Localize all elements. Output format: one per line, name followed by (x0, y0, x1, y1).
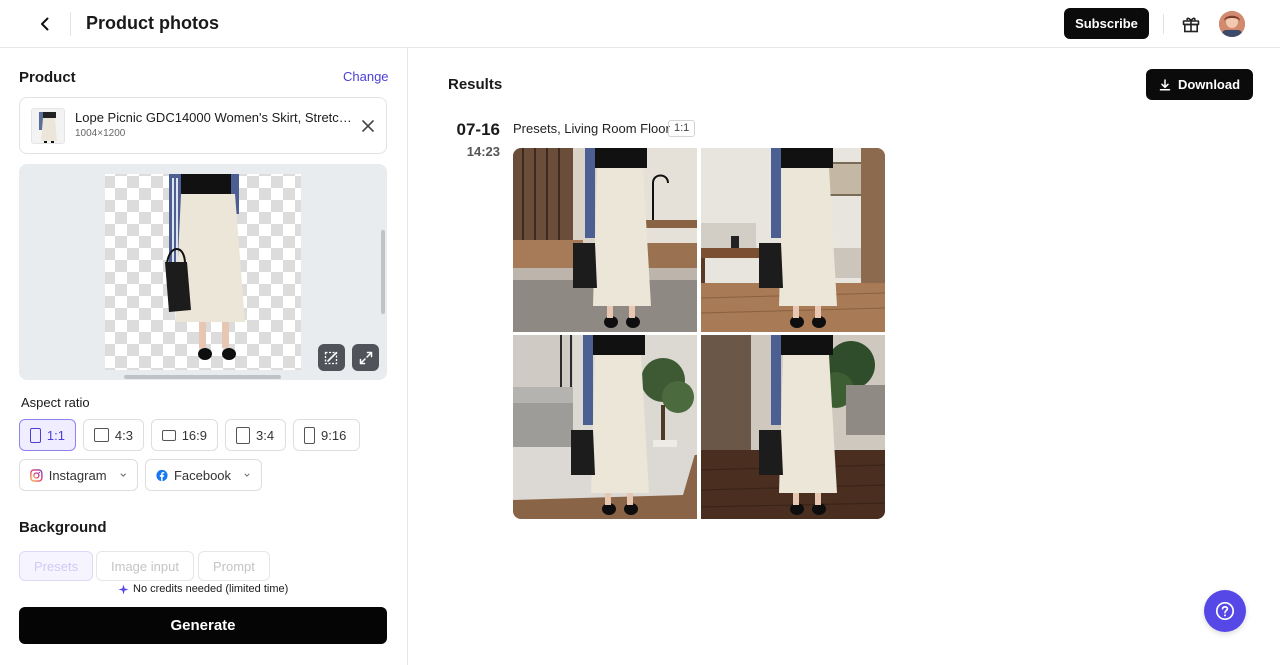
ratio-option-label: 4:3 (114, 427, 133, 443)
gift-icon (1182, 17, 1200, 33)
ratio-option-1-1[interactable]: 1:1 (19, 419, 76, 451)
ratio-option-label: 1:1 (46, 427, 65, 443)
divider (70, 12, 71, 36)
ratio-option-16-9[interactable]: 16:9 (151, 419, 218, 451)
chevron-down-icon (120, 473, 126, 477)
result-image[interactable] (513, 148, 697, 332)
product-name: Lope Picnic GDC14000 Women's Skirt, Stre… (75, 110, 352, 125)
tall-ratio-icon (304, 426, 315, 444)
ratio-option-label: 9:16 (321, 427, 347, 443)
facebook-icon (156, 469, 168, 481)
edit-cutout-button[interactable] (318, 344, 345, 371)
square-ratio-icon (30, 427, 41, 443)
settings-panel: Product Change Lope Picnic GDC14000 Wome… (0, 48, 408, 665)
product-card: Lope Picnic GDC14000 Women's Skirt, Stre… (19, 97, 387, 154)
page-title: Product photos (86, 13, 219, 33)
avatar[interactable] (1219, 11, 1245, 37)
erase-icon (324, 351, 338, 365)
sparkle-icon (118, 584, 129, 594)
tab-prompt[interactable]: Prompt (198, 551, 270, 581)
back-button[interactable] (30, 9, 60, 39)
subscribe-button[interactable]: Subscribe (1064, 8, 1149, 39)
instagram-icon (30, 468, 43, 482)
instagram-label: Instagram (48, 467, 107, 483)
ratio-option-label: 16:9 (181, 427, 207, 443)
product-dimensions: 1004×1200 (75, 128, 126, 139)
result-time: 14:23 (466, 144, 500, 159)
ratio-option-label: 3:4 (256, 427, 275, 443)
chevron-left-icon (41, 17, 49, 31)
facebook-size-dropdown[interactable]: Facebook (145, 459, 262, 491)
ratio-option-3-4[interactable]: 3:4 (225, 419, 286, 451)
tab-presets[interactable]: Presets (19, 551, 94, 581)
expand-icon (359, 351, 372, 364)
result-preset-info: Presets, Living Room Floor (513, 121, 670, 136)
remove-product-button[interactable] (358, 116, 378, 136)
result-ratio-tag: 1:1 (668, 120, 696, 137)
download-button[interactable]: Download (1146, 69, 1253, 100)
result-date: 07-16 (456, 120, 500, 139)
credits-note-text: No credits needed (limited time) (133, 583, 289, 595)
chevron-down-icon (244, 473, 250, 477)
results-title: Results (448, 76, 503, 93)
download-icon (1159, 78, 1171, 91)
generate-button[interactable]: Generate (19, 607, 387, 644)
facebook-label: Facebook (173, 467, 232, 483)
expand-preview-button[interactable] (352, 344, 379, 371)
result-image[interactable] (701, 335, 885, 519)
top-bar: Product photos Subscribe (0, 0, 1280, 48)
aspect-ratio-label: Aspect ratio (21, 395, 90, 410)
gift-button[interactable] (1178, 11, 1204, 37)
credits-note: No credits needed (limited time) (118, 583, 288, 595)
result-image-grid (513, 148, 885, 519)
landscape-ratio-icon (94, 428, 109, 442)
ratio-option-4-3[interactable]: 4:3 (83, 419, 144, 451)
close-icon (362, 120, 374, 132)
help-button[interactable] (1204, 590, 1246, 632)
preview-scrollbar-vertical[interactable] (381, 230, 385, 314)
divider (1163, 14, 1164, 34)
product-thumbnail (31, 108, 65, 144)
change-product-link[interactable]: Change (343, 69, 389, 84)
tab-image-input[interactable]: Image input (96, 551, 194, 581)
instagram-size-dropdown[interactable]: Instagram (19, 459, 138, 491)
download-label: Download (1177, 77, 1241, 92)
background-section-label: Background (19, 519, 107, 536)
product-preview (19, 164, 387, 380)
preview-scrollbar-horizontal[interactable] (124, 375, 281, 379)
help-icon (1215, 601, 1235, 621)
result-image[interactable] (701, 148, 885, 332)
widescreen-ratio-icon (162, 429, 176, 441)
product-section-label: Product (19, 69, 76, 86)
result-image[interactable] (513, 335, 697, 519)
portrait-ratio-icon (236, 426, 250, 444)
ratio-option-9-16[interactable]: 9:16 (293, 419, 360, 451)
